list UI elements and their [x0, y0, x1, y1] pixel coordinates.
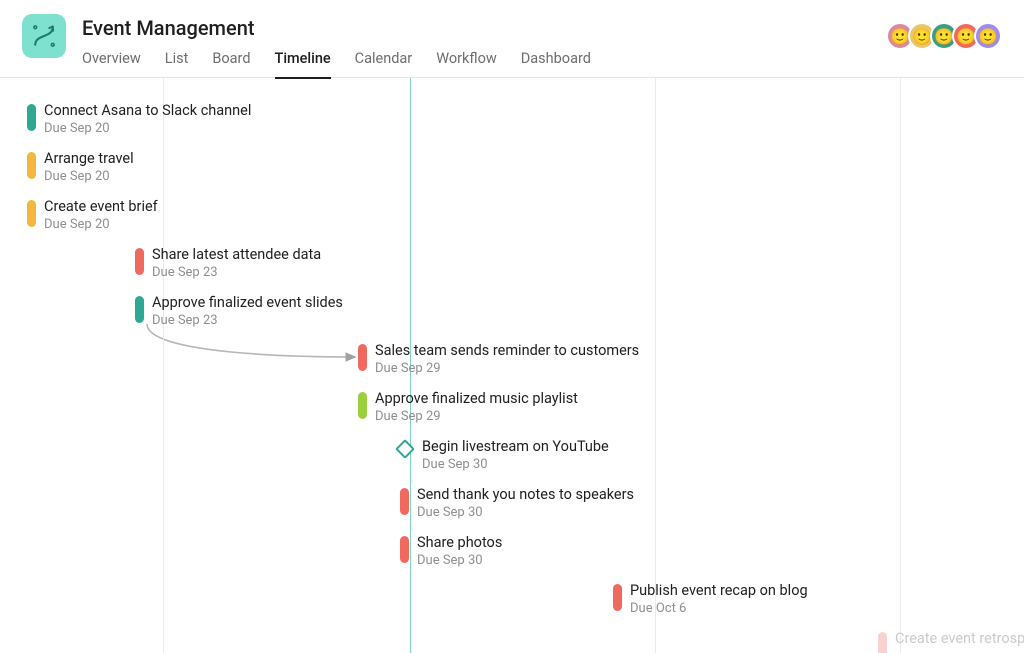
project-title: Event Management	[82, 16, 591, 40]
task-title: Arrange travel	[44, 150, 134, 169]
tab-list[interactable]: List	[165, 50, 189, 79]
avatar[interactable]: 🙂	[974, 22, 1002, 50]
timeline-task[interactable]: Share photosDue Sep 30	[400, 534, 502, 570]
gridline	[900, 78, 901, 653]
task-pill	[400, 536, 409, 563]
tabs: Overview List Board Timeline Calendar Workflo…	[82, 50, 591, 79]
task-pill	[878, 632, 887, 653]
task-pill	[27, 104, 36, 131]
task-text: Create event briefDue Sep 20	[44, 198, 158, 234]
task-pill	[27, 152, 36, 179]
timeline-task[interactable]: Publish event recap on blogDue Oct 6	[613, 582, 808, 618]
task-due: Due Sep 23	[152, 265, 321, 282]
task-due: Due Sep 23	[152, 313, 343, 330]
task-pill	[135, 296, 144, 323]
task-title: Approve finalized event slides	[152, 294, 343, 313]
task-text: Approve finalized music playlistDue Sep …	[375, 390, 578, 426]
task-text: Sales team sends reminder to customersDu…	[375, 342, 639, 378]
gridline	[163, 78, 164, 653]
task-text: Share photosDue Sep 30	[417, 534, 502, 570]
header: Event Management Overview List Board Timeli…	[0, 0, 1024, 78]
tab-board[interactable]: Board	[212, 50, 250, 79]
task-title: Begin livestream on YouTube	[422, 438, 609, 457]
task-text: Arrange travelDue Sep 20	[44, 150, 134, 186]
task-pill	[27, 200, 36, 227]
task-title: Create event brief	[44, 198, 158, 217]
avatar-stack[interactable]: 🙂🙂🙂🙂🙂	[892, 22, 1002, 50]
tab-calendar[interactable]: Calendar	[355, 50, 413, 79]
timeline-task[interactable]: Sales team sends reminder to customersDu…	[358, 342, 639, 378]
timeline-canvas[interactable]: Connect Asana to Slack channelDue Sep 20…	[0, 78, 1024, 653]
tab-workflow[interactable]: Workflow	[436, 50, 497, 79]
task-pill	[358, 392, 367, 419]
task-title: Share photos	[417, 534, 502, 553]
task-title: Sales team sends reminder to customers	[375, 342, 639, 361]
task-due: Due Sep 29	[375, 409, 578, 426]
project-icon[interactable]	[22, 14, 66, 58]
task-due: Due Oct 6	[630, 601, 808, 618]
task-due: Due Sep 29	[375, 361, 639, 378]
task-due: Due Sep 30	[417, 553, 502, 570]
task-text: Send thank you notes to speakersDue Sep …	[417, 486, 634, 522]
task-text: Publish event recap on blogDue Oct 6	[630, 582, 808, 618]
timeline-task[interactable]: Create event retrosp	[878, 630, 1024, 653]
gridline	[655, 78, 656, 653]
timeline-task[interactable]: Approve finalized music playlistDue Sep …	[358, 390, 578, 426]
task-pill	[613, 584, 622, 611]
task-due: Due Sep 20	[44, 121, 251, 138]
task-title: Publish event recap on blog	[630, 582, 808, 601]
task-due: Due Sep 30	[422, 457, 609, 474]
task-text: Approve finalized event slidesDue Sep 23	[152, 294, 343, 330]
timeline-task[interactable]: Begin livestream on YouTubeDue Sep 30	[398, 438, 609, 474]
task-text: Create event retrosp	[895, 630, 1024, 649]
task-due: Due Sep 20	[44, 217, 158, 234]
curve-arrow-icon	[30, 22, 58, 50]
task-text: Begin livestream on YouTubeDue Sep 30	[422, 438, 609, 474]
task-title: Create event retrosp	[895, 630, 1024, 649]
task-text: Connect Asana to Slack channelDue Sep 20	[44, 102, 251, 138]
task-title: Send thank you notes to speakers	[417, 486, 634, 505]
task-pill	[135, 248, 144, 275]
timeline-task[interactable]: Approve finalized event slidesDue Sep 23	[135, 294, 343, 330]
timeline-task[interactable]: Create event briefDue Sep 20	[27, 198, 158, 234]
milestone-icon	[395, 439, 415, 459]
task-pill	[358, 344, 367, 371]
timeline-task[interactable]: Arrange travelDue Sep 20	[27, 150, 134, 186]
task-title: Share latest attendee data	[152, 246, 321, 265]
task-title: Approve finalized music playlist	[375, 390, 578, 409]
task-pill	[400, 488, 409, 515]
timeline-task[interactable]: Connect Asana to Slack channelDue Sep 20	[27, 102, 251, 138]
tab-dashboard[interactable]: Dashboard	[521, 50, 591, 79]
task-due: Due Sep 30	[417, 505, 634, 522]
task-title: Connect Asana to Slack channel	[44, 102, 251, 121]
timeline-task[interactable]: Send thank you notes to speakersDue Sep …	[400, 486, 634, 522]
task-due: Due Sep 20	[44, 169, 134, 186]
tab-overview[interactable]: Overview	[82, 50, 141, 79]
header-main: Event Management Overview List Board Timeli…	[82, 14, 591, 79]
task-text: Share latest attendee dataDue Sep 23	[152, 246, 321, 282]
tab-timeline[interactable]: Timeline	[275, 50, 331, 79]
timeline-task[interactable]: Share latest attendee dataDue Sep 23	[135, 246, 321, 282]
